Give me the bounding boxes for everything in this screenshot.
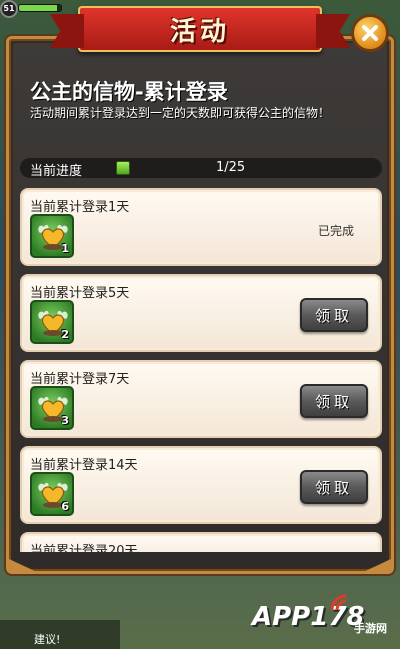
event-description: 活动期间累计登录达到一定的天数即可获得公主的信物！ <box>30 106 331 120</box>
event-title: 公主的信物-累计登录 <box>30 80 228 104</box>
progress-row: 当前进度 1/25 <box>20 158 382 179</box>
claim-button[interactable]: 领取 <box>300 470 368 504</box>
task-card: 当前累计登录14天 6 领取 <box>20 446 382 524</box>
reward-item[interactable]: 1 <box>30 214 74 258</box>
player-exp-fill <box>19 5 57 11</box>
reward-item[interactable]: 2 <box>30 300 74 344</box>
task-card: 当前累计登录7天 3 领取 <box>20 360 382 438</box>
task-card: 当前累计登录1天 1 已完成 <box>20 188 382 266</box>
watermark-logo: APP178 手游网 <box>240 594 390 642</box>
task-label: 当前累计登录14天 <box>30 458 138 473</box>
watermark-subtext: 手游网 <box>354 622 387 635</box>
close-icon <box>362 25 378 41</box>
task-card: 当前累计登录20天 <box>20 532 382 552</box>
task-status-completed: 已完成 <box>317 224 354 238</box>
progress-text: 1/25 <box>216 160 246 175</box>
task-list[interactable]: 当前累计登录1天 1 已完成 当前累计登录5天 2 领取 当前累计登录7天 3 … <box>20 188 382 552</box>
reward-count: 2 <box>61 328 69 341</box>
chat-text: 建议! <box>34 633 61 646</box>
player-level-badge: 51 <box>0 0 18 18</box>
reward-count: 6 <box>61 500 69 513</box>
task-label: 当前累计登录20天 <box>30 544 138 552</box>
player-exp-bar <box>18 4 62 12</box>
reward-item[interactable]: 6 <box>30 472 74 516</box>
window-title: 活动 <box>169 16 230 47</box>
progress-fill <box>116 161 130 175</box>
task-label: 当前累计登录5天 <box>30 286 130 301</box>
title-ribbon: 活动 <box>78 6 322 52</box>
reward-item[interactable]: 3 <box>30 386 74 430</box>
close-button[interactable] <box>351 14 389 52</box>
reward-count: 1 <box>61 242 69 255</box>
claim-button[interactable]: 领取 <box>300 384 368 418</box>
signal-icon <box>330 594 347 611</box>
progress-label: 当前进度 <box>30 164 83 179</box>
claim-button[interactable]: 领取 <box>300 298 368 332</box>
task-label: 当前累计登录7天 <box>30 372 130 387</box>
task-label: 当前累计登录1天 <box>30 200 130 215</box>
reward-count: 3 <box>61 414 69 427</box>
chat-bar[interactable]: 建议! <box>0 620 120 649</box>
task-card: 当前累计登录5天 2 领取 <box>20 274 382 352</box>
